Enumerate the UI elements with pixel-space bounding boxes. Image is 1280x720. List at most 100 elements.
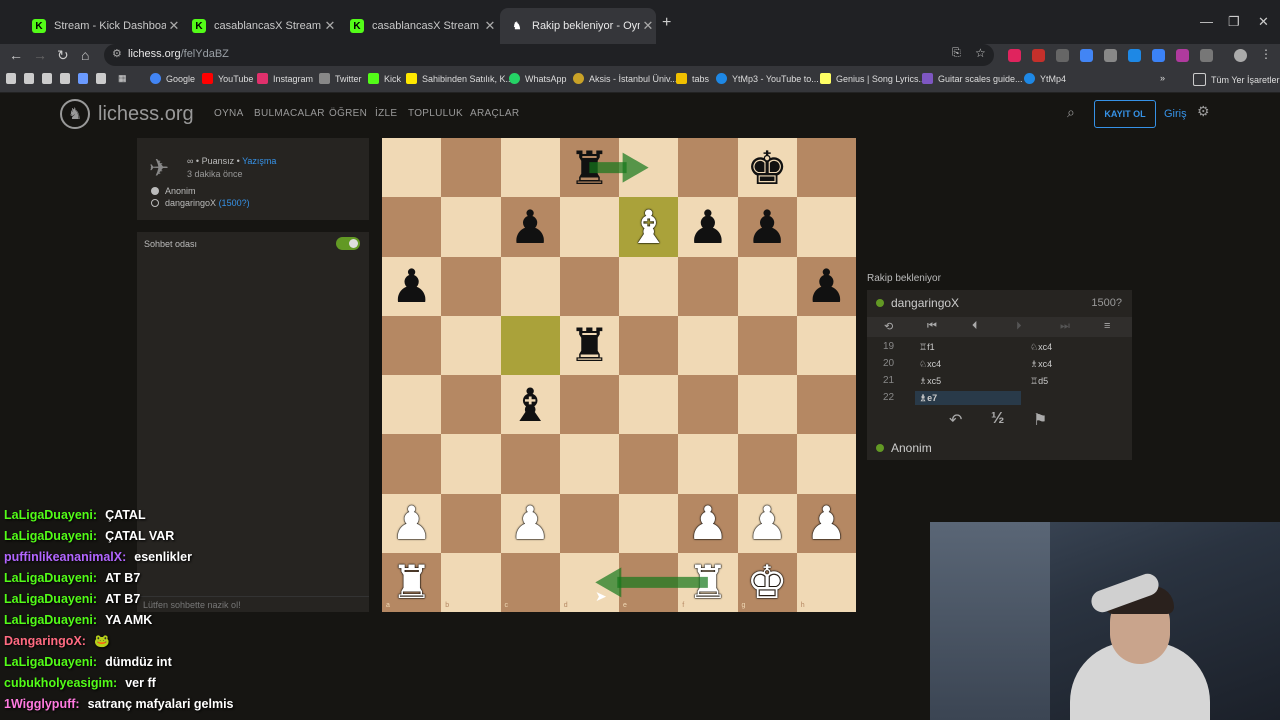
white-bishop-icon[interactable]: ♝: [619, 197, 678, 256]
square-d2[interactable]: [559, 493, 619, 553]
gear-icon[interactable]: ⚙: [1197, 103, 1210, 120]
black-pawn-icon[interactable]: ♟: [738, 197, 797, 256]
close-icon[interactable]: ✕: [640, 18, 656, 34]
square-b6[interactable]: [441, 256, 501, 316]
square-f4[interactable]: [678, 375, 738, 435]
white-pawn-icon[interactable]: ♟: [382, 494, 441, 553]
move-black[interactable]: ♗xc4: [1030, 359, 1052, 370]
chat-username[interactable]: LaLigaDuayeni:: [4, 529, 97, 543]
chat-username[interactable]: LaLigaDuayeni:: [4, 592, 97, 606]
square-c1[interactable]: [500, 552, 560, 612]
square-c3[interactable]: [500, 434, 560, 494]
black-pawn-icon[interactable]: ♟: [382, 257, 441, 316]
game-type-link[interactable]: Yazışma: [242, 156, 276, 166]
square-f3[interactable]: [678, 434, 738, 494]
opponent-name[interactable]: dangaringoX: [891, 296, 959, 310]
forward-icon[interactable]: →: [33, 47, 47, 63]
square-b4[interactable]: [441, 375, 501, 435]
first-move-icon[interactable]: ⏮: [927, 320, 937, 333]
square-c8[interactable]: [500, 138, 560, 198]
square-e6[interactable]: [619, 256, 679, 316]
back-icon[interactable]: ←: [9, 47, 23, 63]
square-a7[interactable]: [382, 197, 442, 257]
bookmark-kick[interactable]: Kick: [368, 73, 401, 84]
bookmark-youtube[interactable]: YouTube: [202, 73, 253, 84]
last-move-icon[interactable]: ⏭: [1060, 320, 1070, 333]
bookmark-tabs[interactable]: tabs: [676, 73, 709, 84]
adblock-icon[interactable]: [1008, 49, 1021, 62]
reload-icon[interactable]: ↻: [57, 47, 69, 64]
move-black[interactable]: ♖d5: [1030, 376, 1048, 387]
resign-flag-icon[interactable]: ⚑: [1033, 410, 1047, 430]
star-icon[interactable]: ☆: [975, 46, 986, 60]
site-info-icon[interactable]: ⚙: [112, 47, 122, 60]
bookmark-instagram[interactable]: Instagram: [257, 73, 313, 84]
menu-puzzles[interactable]: BULMACALAR: [254, 108, 325, 119]
browser-tab[interactable]: K casablancasX Stream - Watch Li ✕: [340, 8, 498, 44]
bookmark-google[interactable]: Google: [150, 73, 195, 84]
takeback-icon[interactable]: ↶: [949, 410, 962, 430]
move-white[interactable]: ♘xc4: [919, 359, 941, 370]
menu-play[interactable]: OYNA: [214, 108, 244, 119]
apps-grid-icon[interactable]: ▦: [118, 73, 127, 84]
square-g6[interactable]: [737, 256, 797, 316]
profile-avatar[interactable]: [1234, 49, 1247, 62]
white-pawn-icon[interactable]: ♟: [678, 494, 737, 553]
square-d3[interactable]: [559, 434, 619, 494]
extension-icon[interactable]: [1176, 49, 1189, 62]
square-f6[interactable]: [678, 256, 738, 316]
square-d7[interactable]: [559, 197, 619, 257]
bookmark-icon[interactable]: [60, 73, 75, 84]
signup-button[interactable]: KAYIT OL: [1094, 100, 1156, 128]
chat-username[interactable]: puffinlikeananimalX:: [4, 550, 126, 564]
square-c6[interactable]: [500, 256, 560, 316]
bookmark-icon[interactable]: [42, 73, 57, 84]
square-c5[interactable]: [500, 315, 560, 375]
bookmark-whatsapp[interactable]: WhatsApp: [509, 73, 567, 84]
chat-username[interactable]: LaLigaDuayeni:: [4, 508, 97, 522]
move-black[interactable]: ♘xc4: [1030, 342, 1052, 353]
chat-toggle[interactable]: [336, 237, 360, 250]
square-b7[interactable]: [441, 197, 501, 257]
menu-learn[interactable]: ÖĞREN: [329, 108, 367, 119]
bookmark-twitter[interactable]: Twitter: [319, 73, 362, 84]
puzzle-icon[interactable]: [1200, 49, 1213, 62]
close-window-icon[interactable]: ✕: [1258, 14, 1269, 30]
bookmark-sahibinden[interactable]: Sahibinden Satılık, K...: [406, 73, 513, 84]
more-bookmarks-icon[interactable]: »: [1160, 73, 1165, 83]
square-a3[interactable]: [382, 434, 442, 494]
square-b1[interactable]: [441, 552, 501, 612]
bookmark-guitar[interactable]: Guitar scales guide...: [922, 73, 1023, 84]
close-icon[interactable]: ✕: [322, 18, 338, 34]
bookmark-icon[interactable]: [24, 73, 39, 84]
move-white[interactable]: ♖f1: [919, 342, 935, 353]
black-pawn-icon[interactable]: ♟: [678, 197, 737, 256]
prev-move-icon[interactable]: ⏴: [972, 320, 978, 333]
move-white-current[interactable]: ♗e7: [919, 393, 937, 404]
black-pawn-icon[interactable]: ♟: [501, 197, 560, 256]
shield-icon[interactable]: [1104, 49, 1117, 62]
square-e3[interactable]: [619, 434, 679, 494]
next-move-icon[interactable]: ⏵: [1016, 320, 1022, 333]
search-icon[interactable]: ⌕: [1067, 104, 1075, 121]
square-f8[interactable]: [678, 138, 738, 198]
black-king-icon[interactable]: ♚: [738, 138, 797, 197]
move-white[interactable]: ♗xc5: [919, 376, 941, 387]
square-e5[interactable]: [619, 315, 679, 375]
black-rook-icon[interactable]: ♜: [560, 316, 619, 375]
square-g3[interactable]: [737, 434, 797, 494]
bookmark-aksis[interactable]: Aksis - İstanbul Üniv...: [573, 73, 677, 84]
maximize-icon[interactable]: ❐: [1228, 14, 1240, 30]
menu-tools[interactable]: ARAÇLAR: [470, 108, 519, 119]
square-d4[interactable]: [559, 375, 619, 435]
extension-icon[interactable]: [1152, 49, 1165, 62]
square-e4[interactable]: [619, 375, 679, 435]
square-a5[interactable]: [382, 315, 442, 375]
square-b5[interactable]: [441, 315, 501, 375]
white-rook-icon[interactable]: ♜: [382, 553, 441, 612]
chat-username[interactable]: LaLigaDuayeni:: [4, 613, 97, 627]
bookmark-genius[interactable]: Genius | Song Lyrics...: [820, 73, 926, 84]
translate-icon[interactable]: [1080, 49, 1093, 62]
square-a8[interactable]: [382, 138, 442, 198]
player-black-name[interactable]: dangaringoX: [165, 198, 216, 208]
